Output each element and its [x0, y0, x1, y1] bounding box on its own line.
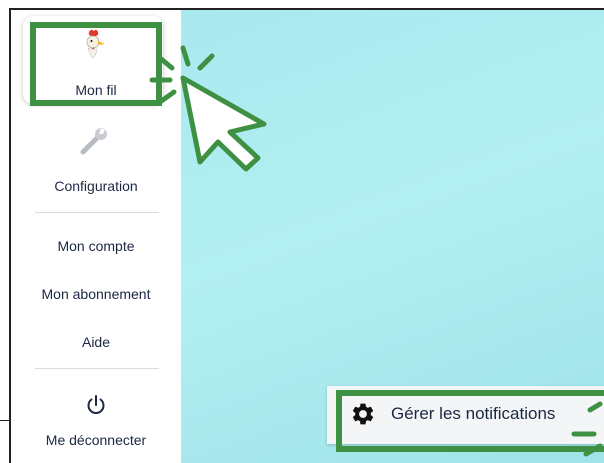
sidebar-item-me-deconnecter[interactable]: Me déconnecter	[11, 432, 181, 448]
wrench-icon	[77, 124, 111, 158]
power-icon	[85, 394, 107, 416]
highlight-box-mon-fil	[30, 22, 162, 106]
sidebar-item-aide[interactable]: Aide	[11, 334, 181, 350]
sidebar-divider	[35, 368, 159, 369]
sidebar-item-mon-compte[interactable]: Mon compte	[11, 238, 181, 254]
left-edge-line	[0, 420, 9, 421]
sidebar-item-mon-abonnement[interactable]: Mon abonnement	[11, 286, 181, 302]
sidebar-divider	[35, 212, 159, 213]
highlight-box-notifications	[336, 390, 604, 452]
sidebar-item-configuration[interactable]: Configuration	[11, 178, 181, 194]
